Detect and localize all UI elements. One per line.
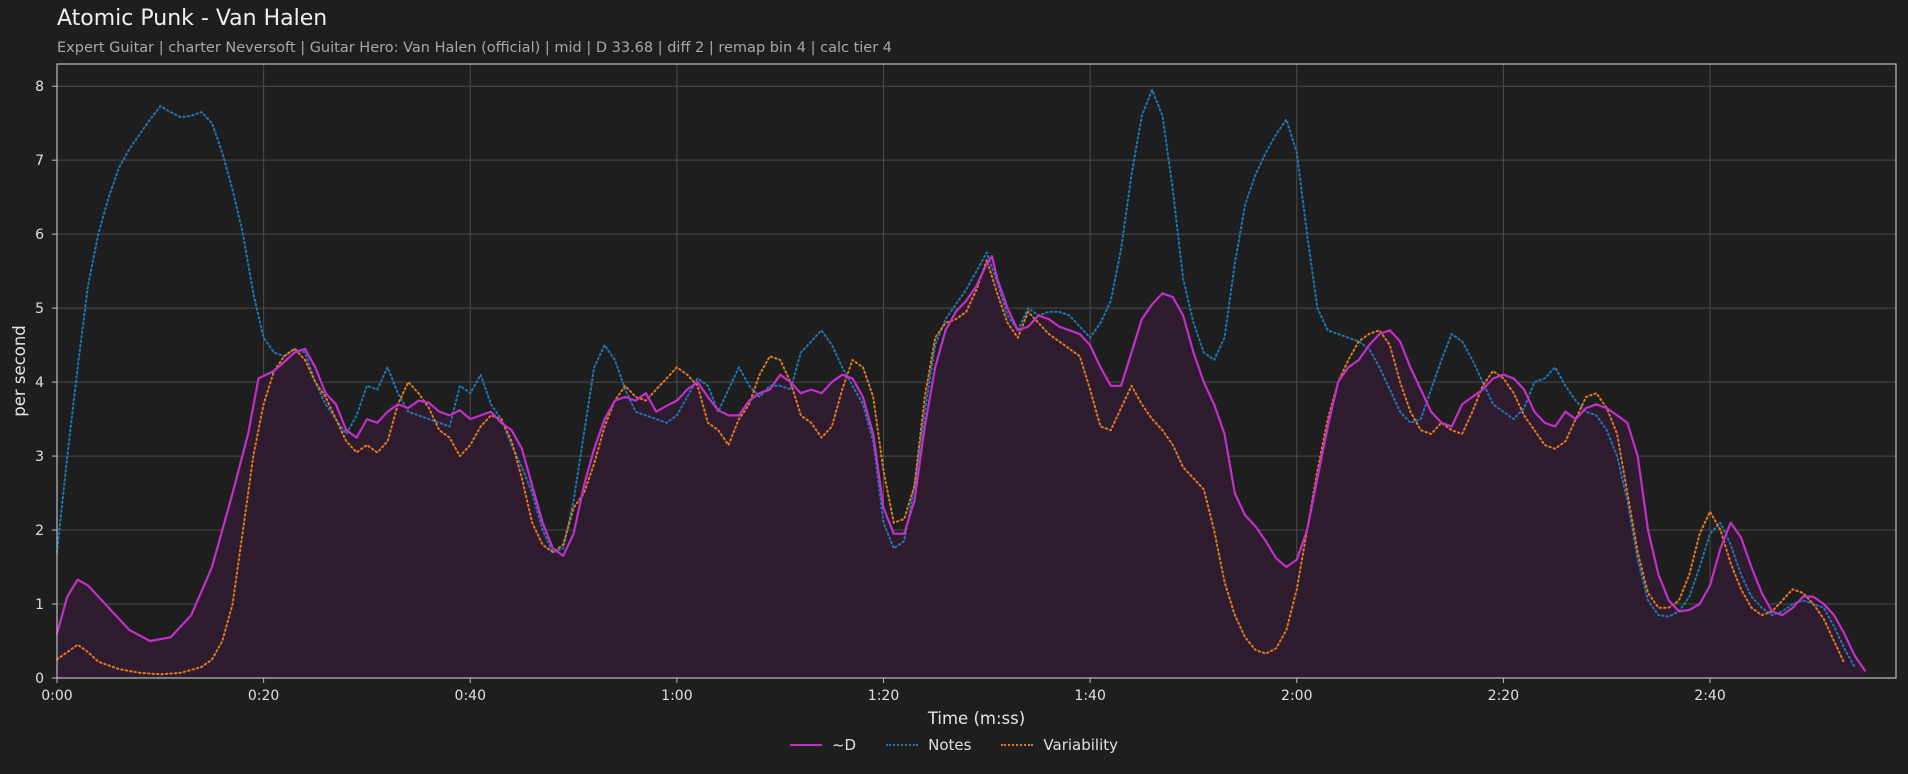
x-axis-label: Time (m:ss) [927, 709, 1025, 728]
line-chart: 0:00 0:20 0:40 1:00 1:20 1:40 2:00 2:20 2:40 0 1 2 3… [10, 63, 1897, 728]
y-axis-label: per second [10, 325, 29, 417]
legend-swatch-notes [886, 744, 919, 746]
legend-item-variability[interactable]: Variability [1001, 736, 1118, 754]
d-area-fill-layer [57, 256, 1865, 678]
x-tick-label: 2:00 [1281, 688, 1312, 704]
legend-swatch-variability [1001, 744, 1034, 746]
y-tick-label: 1 [35, 597, 44, 613]
y-tick-label: 2 [35, 523, 44, 539]
legend-label-notes: Notes [928, 736, 972, 754]
legend-label-d: ~D [831, 736, 857, 754]
y-tick-label: 6 [35, 227, 44, 243]
y-tick-label: 5 [35, 301, 44, 317]
y-tick-label: 4 [35, 375, 44, 391]
x-tick-label: 1:40 [1074, 688, 1105, 704]
x-tick-label: 1:00 [661, 688, 692, 704]
d-area-fill [57, 256, 1865, 678]
legend-label-variability: Variability [1043, 736, 1119, 754]
x-tick-label: 0:40 [455, 688, 486, 704]
x-tick-label: 1:20 [868, 688, 899, 704]
legend-item-notes[interactable]: Notes [886, 736, 971, 754]
x-tick-label: 2:40 [1694, 688, 1725, 704]
x-tick-label: 2:20 [1488, 688, 1519, 704]
x-tick-label: 0:00 [41, 688, 72, 704]
legend-item-d[interactable]: ~D [789, 736, 857, 754]
legend-swatch-d [789, 744, 822, 746]
x-tick-label: 0:20 [248, 688, 279, 704]
chart-legend: ~D Notes Variability [0, 736, 1908, 754]
y-tick-label: 7 [35, 153, 44, 169]
y-tick-label: 0 [35, 671, 44, 687]
y-tick-label: 3 [35, 449, 44, 465]
y-tick-label: 8 [35, 79, 44, 95]
